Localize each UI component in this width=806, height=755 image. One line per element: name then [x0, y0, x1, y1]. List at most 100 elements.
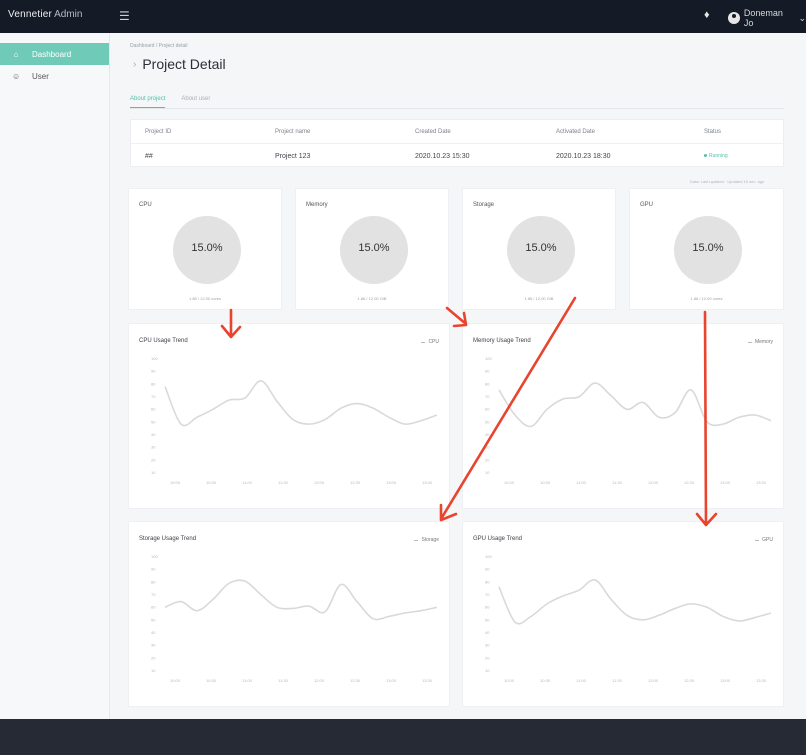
y-tick-label: 60 [485, 605, 490, 610]
page-title: › Project Detail [133, 56, 226, 72]
x-tick-label: 12:30 [350, 480, 361, 485]
header-project-name: Project name [275, 128, 311, 135]
y-tick-label: 100 [485, 554, 492, 559]
chart-title: CPU Usage Trend [139, 338, 188, 344]
tab-about-project[interactable]: About project [130, 96, 166, 108]
x-tick-label: 13:30 [422, 678, 433, 683]
cpu-usage-card: CPU 15.0% 1.86 / 12.00 cores [128, 188, 282, 310]
chart-legend[interactable]: Memory [747, 339, 773, 345]
y-tick-label: 20 [151, 655, 156, 660]
y-tick-label: 80 [151, 381, 156, 386]
brand-name: Vennetier [8, 9, 53, 20]
header-created-date: Created Date [415, 128, 451, 135]
brand-logo[interactable]: Vennetier Admin [8, 9, 82, 20]
x-tick-label: 10:00 [170, 480, 181, 485]
sidebar-item-user[interactable]: ☺ User [0, 65, 109, 87]
y-tick-label: 30 [151, 445, 156, 450]
y-tick-label: 90 [151, 369, 156, 374]
y-tick-label: 20 [485, 457, 490, 462]
usage-value: 15.0% [191, 242, 223, 254]
x-tick-label: 10:00 [504, 678, 515, 683]
cpu-trend-chart: CPU Usage Trend CPU 100 90 80 70 60 50 40 30 20 1… [128, 323, 450, 509]
usage-detail: 1.86 / 12.00 GiB [357, 296, 387, 301]
usage-detail: 1.86 / 12.00 cores [690, 296, 723, 301]
usage-detail: 1.86 / 12.00 GiB [524, 296, 554, 301]
y-tick-label: 100 [151, 554, 158, 559]
tab-divider [130, 108, 784, 109]
x-tick-label: 10:30 [206, 480, 217, 485]
legend-label: CPU [428, 339, 439, 345]
memory-trend-chart: Memory Usage Trend Memory 100 90 80 70 60 50 4… [462, 323, 784, 509]
y-tick-label: 70 [485, 592, 490, 597]
trend-line-chart: 100 90 80 70 60 50 40 30 20 10 10:00 10:30 11:00 11:3… [485, 356, 772, 485]
y-tick-label: 10 [151, 668, 156, 673]
y-tick-label: 100 [151, 356, 158, 361]
x-tick-label: 12:00 [314, 678, 325, 683]
x-tick-label: 10:30 [540, 480, 551, 485]
x-tick-label: 12:00 [648, 678, 659, 683]
storage-trend-chart: Storage Usage Trend Storage 100 90 80 70 60 5… [128, 521, 450, 707]
usage-gauge: 15.0% [674, 216, 742, 284]
page-title-text: Project Detail [142, 56, 226, 72]
usage-value: 15.0% [358, 242, 390, 254]
table-header-row: Project ID Project name Created Date Act… [131, 120, 785, 144]
y-tick-label: 50 [485, 617, 490, 622]
y-tick-label: 10 [485, 470, 490, 475]
status-dot-icon [704, 154, 707, 158]
y-tick-label: 70 [151, 394, 156, 399]
sidebar: ⌂ Dashboard ☺ User [0, 33, 110, 719]
project-info-table: Project ID Project name Created Date Act… [130, 119, 785, 168]
trend-line-chart: 100 90 80 70 60 50 40 30 20 10 10:00 10:30 11:00 11:3… [151, 554, 438, 683]
x-tick-label: 12:00 [648, 480, 659, 485]
chart-title: Memory Usage Trend [473, 338, 531, 344]
y-tick-label: 60 [485, 407, 490, 412]
header-project-id: Project ID [145, 128, 172, 135]
breadcrumb[interactable]: Dashboard / Project detail [130, 43, 188, 49]
chevron-down-icon: ⌄ [798, 12, 806, 23]
status-badge: Running [704, 153, 728, 159]
gpu-usage-card: GPU 15.0% 1.86 / 12.00 cores [629, 188, 784, 310]
y-tick-label: 80 [485, 579, 490, 584]
tab-about-user[interactable]: About user [181, 96, 210, 108]
gpu-trend-chart: GPU Usage Trend GPU 100 90 80 70 60 50 40 30 20 1… [462, 521, 784, 707]
cell-project-id: ## [145, 152, 153, 160]
usage-gauge: 15.0% [340, 216, 408, 284]
chart-legend[interactable]: GPU [755, 537, 773, 543]
user-menu[interactable]: Doneman Jo ⌄ [728, 8, 806, 28]
x-tick-label: 10:00 [504, 480, 515, 485]
table-row: ## Project 123 2020.10.23 15:30 2020.10.… [131, 144, 785, 168]
series-line [164, 579, 438, 621]
y-tick-label: 20 [485, 655, 490, 660]
x-tick-label: 13:30 [422, 480, 433, 485]
chevron-right-icon[interactable]: › [133, 59, 136, 70]
x-tick-label: 12:30 [684, 480, 695, 485]
x-tick-label: 13:00 [720, 678, 731, 683]
sidebar-item-dashboard[interactable]: ⌂ Dashboard [0, 43, 109, 65]
y-tick-label: 10 [485, 668, 490, 673]
legend-swatch [747, 341, 752, 343]
x-tick-label: 11:00 [242, 480, 252, 485]
y-tick-label: 30 [485, 445, 490, 450]
resource-title: GPU [640, 202, 654, 208]
chart-legend[interactable]: CPU [421, 339, 439, 345]
legend-swatch [421, 341, 426, 343]
memory-usage-card: Memory 15.0% 1.86 / 12.00 GiB [295, 188, 449, 310]
resource-title: CPU [139, 202, 152, 208]
tab-bar: About project About user [130, 96, 210, 108]
home-icon: ⌂ [13, 49, 19, 59]
x-tick-label: 12:00 [314, 480, 325, 485]
notification-bell-icon[interactable]: ♦ [704, 9, 710, 21]
usage-value: 15.0% [692, 242, 724, 254]
menu-toggle-icon[interactable]: ☰ [119, 9, 130, 23]
trend-line-chart: 100 90 80 70 60 50 40 30 20 10 10:00 10:30 11:00 11:3… [151, 356, 438, 485]
y-tick-label: 40 [485, 432, 490, 437]
cell-activated-date: 2020.10.23 18:30 [556, 152, 611, 160]
series-line [164, 380, 438, 427]
trend-line-chart: 100 90 80 70 60 50 40 30 20 10 10:00 10:30 11:00 11:3… [485, 554, 772, 683]
x-tick-label: 11:00 [576, 678, 586, 683]
y-tick-label: 80 [151, 579, 156, 584]
main-content: Dashboard / Project detail › Project Det… [110, 33, 806, 719]
usage-detail: 1.86 / 12.00 cores [188, 296, 222, 301]
series-line [498, 382, 772, 428]
chart-legend[interactable]: Storage [414, 537, 439, 543]
